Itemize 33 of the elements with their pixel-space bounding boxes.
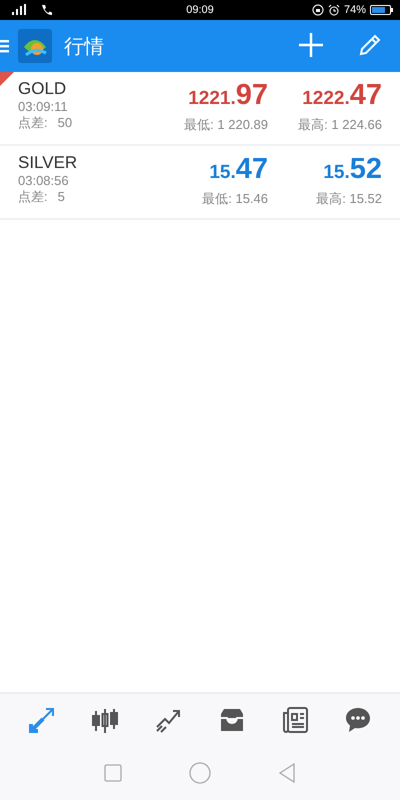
symbol-name: GOLD: [18, 79, 68, 99]
high-price: 最高: 15.52: [316, 191, 382, 207]
symbol-name: SILVER: [18, 153, 78, 173]
low-price: 最低: 15.46: [202, 191, 268, 207]
quote-row[interactable]: GOLD 03:09:11 点差: 50 1221.97 最低: 1 220.89 1222.47 最高: 1 224.66: [0, 72, 400, 146]
recents-icon[interactable]: [104, 764, 122, 782]
menu-icon[interactable]: [0, 39, 12, 53]
high-price: 最高: 1 224.66: [298, 117, 382, 133]
add-icon[interactable]: [298, 32, 324, 58]
ask-price: 1222.47: [302, 78, 382, 113]
arrows-icon: [26, 705, 57, 735]
spread-value: 5: [58, 189, 65, 205]
spread-value: 50: [58, 115, 72, 131]
status-time: 09:09: [186, 4, 214, 16]
spread-label: 点差:: [18, 115, 48, 131]
ask-price: 15.52: [323, 152, 382, 187]
phone-icon: [40, 4, 54, 16]
quote-time: 03:09:11: [18, 99, 69, 115]
low-price: 最低: 1 220.89: [184, 117, 268, 133]
bid-price: 15.47: [209, 152, 268, 187]
spread-label: 点差:: [18, 189, 48, 205]
quote-time: 03:08:56: [18, 173, 70, 189]
app-logo-icon: [18, 29, 52, 63]
bid-price: 1221.97: [188, 78, 268, 113]
quote-row[interactable]: SILVER 03:08:56 点差: 5 15.47 最低: 15.46 15.52 最高: 15.52: [0, 146, 400, 220]
home-icon[interactable]: [188, 762, 211, 784]
pencil-icon[interactable]: [358, 32, 382, 56]
lock-rotation-icon: [312, 4, 324, 16]
battery-percent: 74%: [344, 4, 366, 16]
screen-title: 行情: [64, 34, 105, 60]
battery-icon: [370, 4, 394, 16]
back-icon[interactable]: [278, 763, 296, 783]
alarm-icon: [328, 4, 340, 16]
